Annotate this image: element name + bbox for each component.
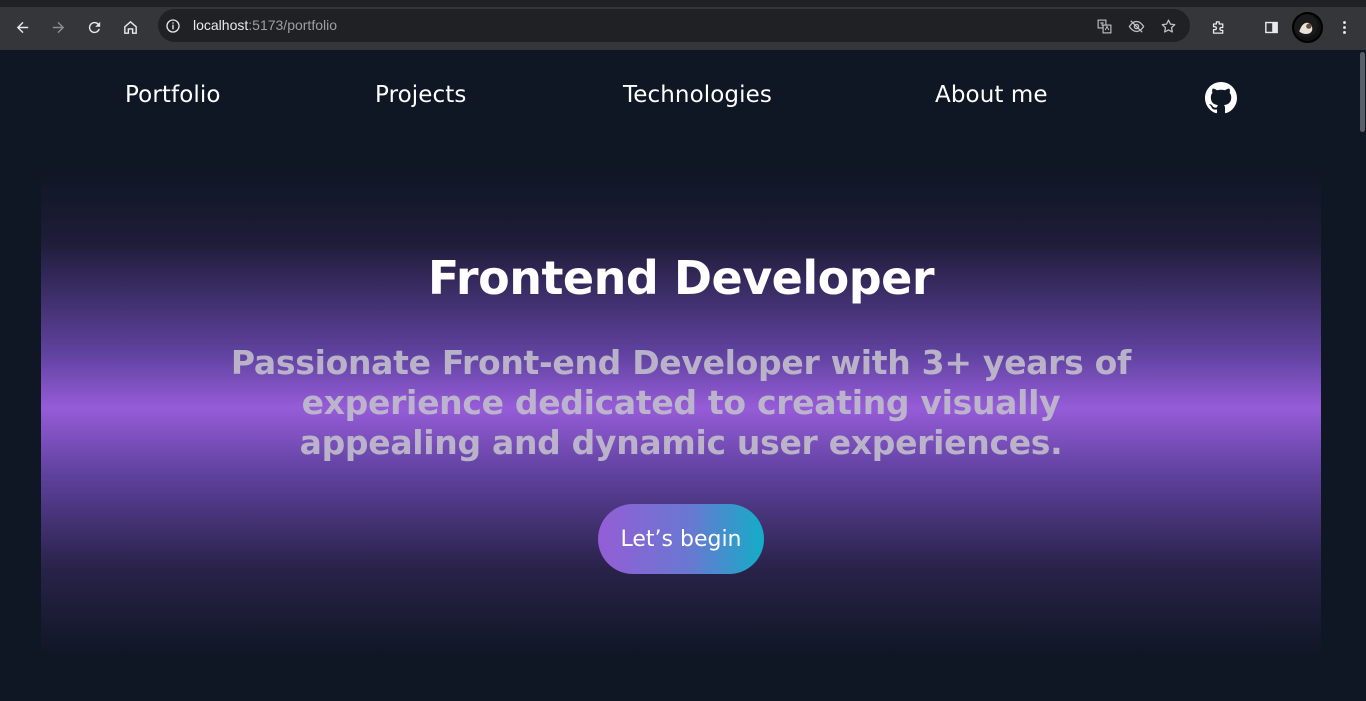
url-host: localhost [193, 17, 249, 33]
hero-subtitle-line: experience dedicated to creating visuall… [301, 383, 1061, 422]
address-bar[interactable]: localhost:5173/portfolio [158, 9, 1190, 42]
scrollbar-thumb[interactable] [1360, 52, 1365, 132]
menu-icon[interactable] [1330, 13, 1358, 41]
hero-subtitle: Passionate Front-end Developer with 3+ y… [221, 343, 1141, 463]
home-icon[interactable] [116, 13, 144, 41]
profile-avatar[interactable] [1292, 12, 1323, 43]
url-path: :5173/portfolio [248, 17, 337, 33]
browser-toolbar: localhost:5173/portfolio [0, 0, 1366, 50]
reload-icon[interactable] [80, 13, 108, 41]
extensions-icon[interactable] [1204, 13, 1232, 41]
hero-section: Frontend Developer Passionate Front-end … [41, 168, 1321, 658]
github-icon[interactable] [1205, 82, 1237, 114]
tracking-off-icon[interactable] [1125, 15, 1147, 37]
page-content: Portfolio Projects Technologies About me… [0, 50, 1358, 701]
hero-subtitle-line: Passionate Front-end Developer with 3+ y… [230, 343, 1132, 382]
nav-link-portfolio[interactable]: Portfolio [125, 82, 221, 108]
lets-begin-button[interactable]: Let’s begin [598, 504, 764, 574]
hero-title: Frontend Developer [427, 251, 935, 305]
translate-icon[interactable] [1093, 15, 1115, 37]
site-info-icon[interactable] [162, 15, 184, 37]
bookmark-star-icon[interactable] [1157, 15, 1179, 37]
forward-icon[interactable] [44, 13, 72, 41]
nav-link-technologies[interactable]: Technologies [623, 82, 772, 108]
hero-subtitle-line: appealing and dynamic user experiences. [299, 423, 1063, 462]
back-icon[interactable] [8, 13, 36, 41]
page-scrollbar[interactable] [1358, 50, 1366, 701]
nav-link-projects[interactable]: Projects [375, 82, 466, 108]
site-navbar: Portfolio Projects Technologies About me [0, 50, 1358, 145]
side-panel-icon[interactable] [1257, 13, 1285, 41]
url-text[interactable]: localhost:5173/portfolio [193, 17, 337, 33]
nav-link-about-me[interactable]: About me [935, 82, 1048, 108]
